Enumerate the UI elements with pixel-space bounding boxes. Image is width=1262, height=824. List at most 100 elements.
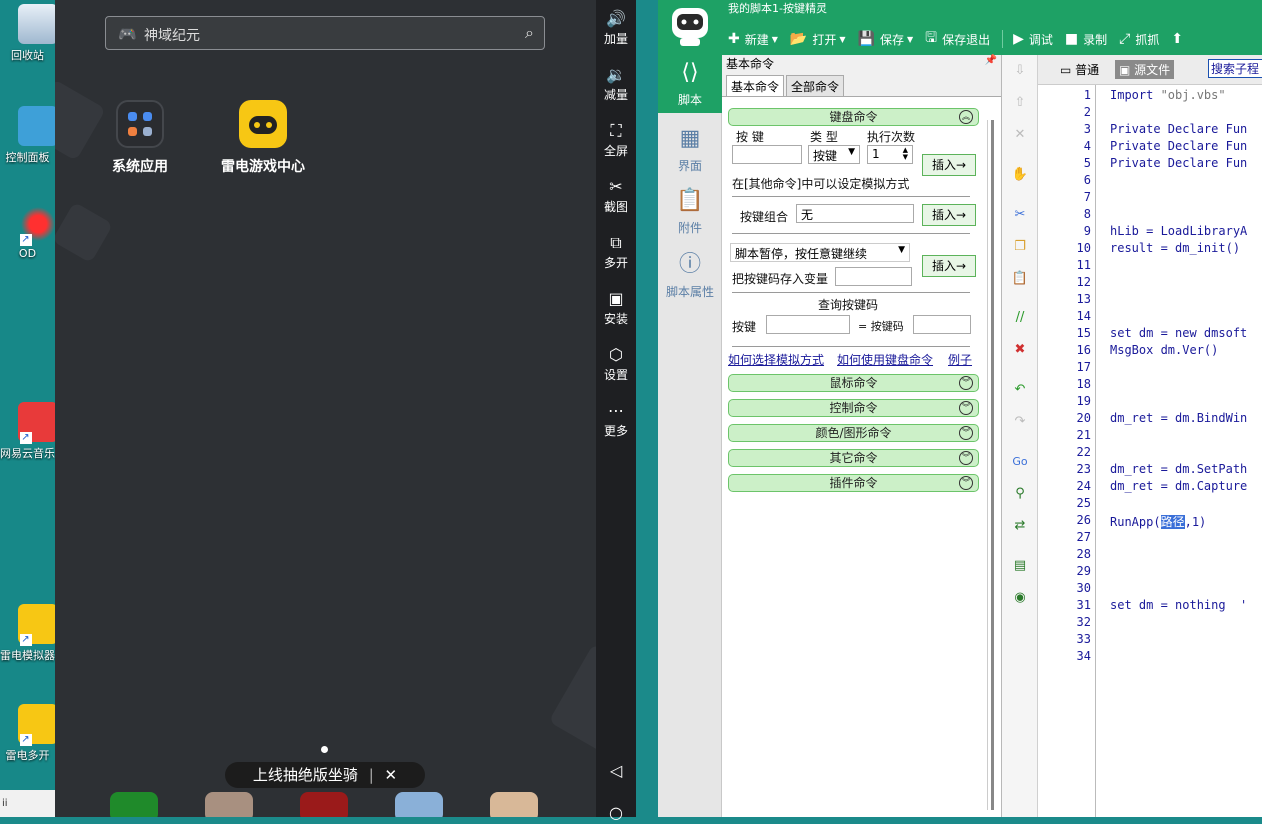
cut-icon[interactable]: ✂ — [1010, 205, 1030, 225]
snippet-icon[interactable]: ▤ — [1010, 556, 1030, 576]
sidebar-install-apk[interactable]: ▣ 安装 — [596, 288, 636, 327]
hand-icon[interactable]: ✋ — [1010, 165, 1030, 185]
nav-script[interactable]: ⟨⟩ 脚本 — [658, 55, 722, 113]
group-mouse-commands[interactable]: 鼠标命令 ︾ — [728, 374, 979, 392]
comment-icon[interactable]: // — [1010, 308, 1030, 328]
desktop-icon-ld-multi[interactable]: ↗ 雷电多开 — [0, 704, 58, 763]
desktop-icon-netease-music[interactable]: ↗ 网易云音乐 — [0, 402, 58, 461]
code-line[interactable]: dm_ret = dm.BindWin — [1110, 411, 1247, 425]
nav-attachments[interactable]: 📋 附件 — [658, 187, 722, 236]
dock-game-icon[interactable] — [110, 792, 158, 817]
dock-game-icon[interactable] — [300, 792, 348, 817]
sidebar-fullscreen[interactable]: ⛶ 全屏 — [596, 120, 636, 159]
goto-icon[interactable]: Go — [1010, 452, 1030, 472]
tab-basic-commands[interactable]: 基本命令 — [726, 75, 785, 96]
code-line[interactable]: hLib = LoadLibraryA — [1110, 224, 1247, 238]
paste-icon[interactable]: 📋 — [1010, 269, 1030, 289]
sidebar-screenshot[interactable]: ✂ 截图 — [596, 176, 636, 215]
code-line[interactable]: Private Declare Fun — [1110, 139, 1247, 153]
upload-button[interactable]: ⬆ — [1171, 28, 1188, 50]
store-var-input[interactable] — [835, 267, 912, 286]
code-line[interactable]: MsgBox dm.Ver() — [1110, 343, 1218, 357]
code-line[interactable]: set dm = nothing ' — [1110, 598, 1247, 612]
emulator-search-bar[interactable]: 🎮 神域纪元 ⌕ — [105, 16, 545, 50]
code-line[interactable]: Private Declare Fun — [1110, 122, 1247, 136]
group-other-commands[interactable]: 其它命令 ︾ — [728, 449, 979, 467]
copy-icon[interactable]: ❐ — [1010, 237, 1030, 257]
save-button[interactable]: 💾 保存 ▼ — [858, 28, 914, 50]
panel-scrollbar[interactable] — [987, 120, 999, 810]
group-control-commands[interactable]: 控制命令 ︾ — [728, 399, 979, 417]
group-keyboard-commands[interactable]: 键盘命令 ︽ — [728, 108, 979, 126]
banner-close-icon[interactable]: ✕ — [385, 766, 398, 784]
count-stepper[interactable]: 1 ▲ ▼ — [867, 145, 913, 164]
delete-icon[interactable]: ✕ — [1010, 125, 1030, 145]
find-icon[interactable]: ⚲ — [1010, 484, 1030, 504]
sidebar-multi-open[interactable]: ⧉ 多开 — [596, 232, 636, 271]
undo-icon[interactable]: ↶ — [1010, 380, 1030, 400]
insert-key-button[interactable]: 插入→ — [922, 154, 976, 176]
group-color-graphic-commands[interactable]: 颜色/图形命令 ︾ — [728, 424, 979, 442]
dock-game-icon[interactable] — [205, 792, 253, 817]
replace-icon[interactable]: ⇄ — [1010, 516, 1030, 536]
query-key-input[interactable] — [766, 315, 850, 334]
code-line[interactable]: Private Declare Fun — [1110, 156, 1247, 170]
link-example[interactable]: 例子 — [948, 351, 972, 368]
redo-icon[interactable]: ↷ — [1010, 412, 1030, 432]
insert-combo-button[interactable]: 插入→ — [922, 204, 976, 226]
subroutine-search-input[interactable]: 搜索子程 — [1208, 59, 1262, 78]
stepper-arrows-icon[interactable]: ▲ ▼ — [903, 147, 908, 161]
line-number: 28 — [1076, 547, 1091, 561]
sidebar-volume-down[interactable]: 🔉 减量 — [596, 64, 636, 103]
query-code-output[interactable] — [913, 315, 971, 334]
nav-script-properties[interactable]: ⓘ 脚本属性 — [658, 251, 722, 300]
dock-game-icon[interactable] — [490, 792, 538, 817]
save-exit-button[interactable]: 🖫 保存退出 — [925, 28, 990, 50]
sidebar-more[interactable]: ⋯ 更多 — [596, 400, 636, 439]
new-button[interactable]: ✚ 新建 ▼ — [728, 28, 778, 50]
type-select[interactable]: 按键 ▼ — [808, 145, 860, 164]
capture-button[interactable]: ⤢ 抓抓 — [1119, 28, 1159, 50]
open-button[interactable]: 📂 打开 ▼ — [790, 28, 846, 50]
dock-game-icon[interactable] — [395, 792, 443, 817]
tab-normal[interactable]: ▭ 普通 — [1056, 60, 1103, 79]
promo-banner[interactable]: 上线抽绝版坐骑 | ✕ — [225, 762, 425, 788]
link-simulation-mode[interactable]: 如何选择模拟方式 — [728, 351, 824, 368]
link-keyboard-help[interactable]: 如何使用键盘命令 — [837, 351, 933, 368]
scrollbar-thumb[interactable] — [991, 120, 994, 810]
app-label: 系统应用 — [112, 159, 168, 175]
key-input[interactable] — [732, 145, 802, 164]
combo-input[interactable]: 无 — [796, 204, 914, 223]
move-down-icon[interactable]: ⇩ — [1010, 61, 1030, 81]
desktop-icon-recycle-bin[interactable]: 回收站 — [0, 4, 58, 63]
android-back-button[interactable]: ◁ — [596, 760, 636, 782]
insert-pause-button[interactable]: 插入→ — [922, 255, 976, 277]
sidebar-settings[interactable]: ⬡ 设置 — [596, 344, 636, 383]
app-system-apps[interactable]: 系统应用 — [85, 100, 195, 176]
sidebar-volume-up[interactable]: 🔊 加量 — [596, 8, 636, 47]
desktop-icon-control-panel[interactable]: 控制面板 — [0, 106, 58, 165]
search-icon[interactable]: ⌕ — [525, 23, 534, 43]
app-ld-game-center[interactable]: 雷电游戏中心 — [208, 100, 318, 176]
code-line[interactable]: dm_ret = dm.Capture — [1110, 479, 1247, 493]
uncomment-icon[interactable]: ✖ — [1010, 340, 1030, 360]
tab-source[interactable]: ▣ 源文件 — [1115, 60, 1175, 79]
code-line[interactable]: RunApp(路径,1) — [1110, 513, 1206, 530]
preview-eye-icon[interactable]: ◉ — [1010, 588, 1030, 608]
pin-icon[interactable]: 📌 — [985, 55, 997, 66]
desktop-icon-ldplayer[interactable]: ↗ 雷电模拟器 — [0, 604, 58, 663]
android-home-button[interactable]: ○ — [596, 802, 636, 824]
pause-select[interactable]: 脚本暂停，按任意键继续 ▼ — [730, 243, 910, 262]
code-line[interactable]: result = dm_init() — [1110, 241, 1240, 255]
code-line[interactable]: Import "obj.vbs" — [1110, 88, 1226, 102]
code-line[interactable]: dm_ret = dm.SetPath — [1110, 462, 1247, 476]
tab-all-commands[interactable]: 全部命令 — [786, 75, 845, 96]
record-button[interactable]: ■ 录制 — [1065, 28, 1107, 50]
background-hexagon — [55, 201, 114, 264]
debug-button[interactable]: ▶ 调试 — [1013, 28, 1053, 50]
move-up-icon[interactable]: ⇧ — [1010, 93, 1030, 113]
code-line[interactable]: set dm = new dmsoft — [1110, 326, 1247, 340]
nav-ui[interactable]: ▦ 界面 — [658, 125, 722, 174]
group-plugin-commands[interactable]: 插件命令 ︾ — [728, 474, 979, 492]
desktop-icon-od[interactable]: ↗ OD — [0, 204, 58, 260]
